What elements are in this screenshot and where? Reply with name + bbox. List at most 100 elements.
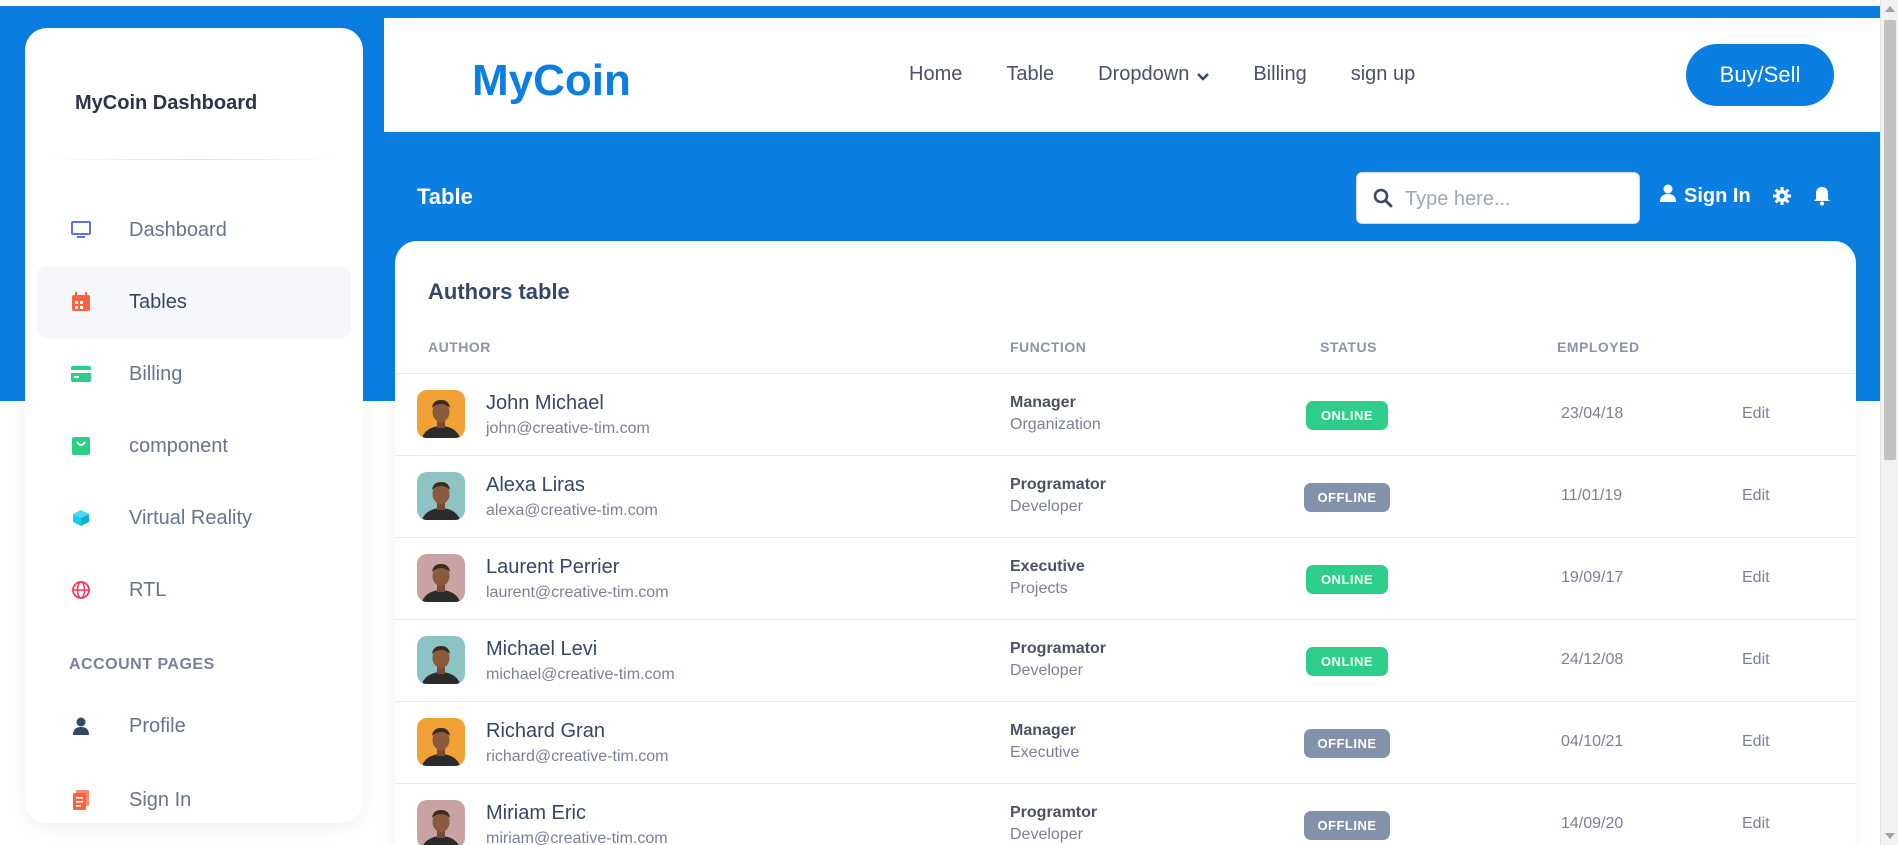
- nav-link-dropdown[interactable]: Dropdown: [1098, 62, 1210, 87]
- employed-date: 14/09/20: [1561, 815, 1624, 832]
- nav-link-label: Dropdown: [1098, 63, 1190, 85]
- credit-card-icon: [70, 363, 92, 385]
- function-subtitle: Developer: [1010, 498, 1083, 515]
- function-subtitle: Projects: [1010, 580, 1068, 597]
- edit-link[interactable]: Edit: [1742, 405, 1770, 423]
- user-icon: [70, 715, 92, 737]
- edit-link[interactable]: Edit: [1742, 733, 1770, 751]
- table-row: John Michael john@creative-tim.com Manager…: [395, 374, 1856, 456]
- author-email: miriam@creative-tim.com: [486, 830, 668, 845]
- author-name: Alexa Liras: [486, 474, 585, 496]
- edit-link[interactable]: Edit: [1742, 487, 1770, 505]
- author-name: Laurent Perrier: [486, 556, 620, 578]
- bell-icon[interactable]: [1813, 186, 1831, 206]
- card-title: Authors table: [428, 279, 570, 304]
- nav-link-table[interactable]: Table: [1006, 62, 1054, 87]
- employed-date: 23/04/18: [1561, 405, 1624, 422]
- edit-link[interactable]: Edit: [1742, 651, 1770, 669]
- globe-icon: [70, 579, 92, 601]
- nav-link-label: sign up: [1350, 63, 1416, 85]
- sign-in-link[interactable]: Sign In: [1660, 184, 1751, 208]
- sidebar-item-sign-in[interactable]: Sign In: [37, 764, 351, 836]
- buy-sell-button[interactable]: Buy/Sell: [1686, 44, 1834, 106]
- employed-date: 11/01/19: [1561, 487, 1623, 504]
- table-row: Miriam Eric miriam@creative-tim.com Progra…: [395, 784, 1856, 845]
- sidebar-brand[interactable]: MyCoin Dashboard: [75, 92, 257, 115]
- function-title: Programator: [1010, 640, 1107, 657]
- sidebar-item-billing[interactable]: Billing: [37, 338, 351, 410]
- nav-link-home[interactable]: Home: [909, 62, 962, 87]
- status-badge: OFFLINE: [1304, 811, 1390, 840]
- edit-link[interactable]: Edit: [1742, 815, 1770, 833]
- status-badge: ONLINE: [1306, 401, 1388, 430]
- column-header-status: STATUS: [1320, 339, 1377, 355]
- basket-icon: [70, 435, 92, 457]
- avatar: [417, 472, 465, 520]
- avatar: [417, 718, 465, 766]
- function-title: Manager: [1010, 394, 1076, 411]
- function-subtitle: Developer: [1010, 662, 1083, 679]
- sidebar-item-label: Sign In: [129, 788, 192, 811]
- top-nav-links: Home Table Dropdown Billing sign up: [909, 62, 1459, 87]
- sidebar-item-component[interactable]: component: [37, 410, 351, 482]
- author-name: Michael Levi: [486, 638, 598, 660]
- author-email: alexa@creative-tim.com: [486, 502, 658, 519]
- scrollbar[interactable]: [1880, 0, 1898, 845]
- author-name: John Michael: [486, 392, 604, 414]
- function-title: Manager: [1010, 722, 1076, 739]
- nav-link-billing[interactable]: Billing: [1253, 62, 1306, 87]
- sidebar-item-label: Tables: [129, 290, 187, 313]
- employed-date: 24/12/08: [1561, 651, 1624, 668]
- employed-date: 04/10/21: [1561, 733, 1624, 750]
- search-field: [1356, 172, 1640, 224]
- nav-link-label: Billing: [1253, 63, 1307, 85]
- sidebar-item-label: RTL: [129, 578, 167, 601]
- scroll-down-icon[interactable]: [1885, 833, 1895, 839]
- author-name: Miriam Eric: [486, 802, 586, 824]
- function-subtitle: Executive: [1010, 744, 1080, 761]
- header-actions: Sign In: [1660, 184, 1831, 208]
- function-subtitle: Developer: [1010, 826, 1083, 843]
- calendar-icon: [70, 291, 92, 313]
- sign-in-label: Sign In: [1684, 184, 1751, 207]
- monitor-icon: [70, 219, 92, 241]
- function-title: Programtor: [1010, 804, 1098, 821]
- status-badge: ONLINE: [1306, 565, 1388, 594]
- sidebar-item-label: Profile: [129, 714, 186, 737]
- edit-link[interactable]: Edit: [1742, 569, 1770, 587]
- scrollbar-thumb[interactable]: [1884, 20, 1896, 460]
- author-email: michael@creative-tim.com: [486, 666, 675, 683]
- scroll-up-icon[interactable]: [1885, 6, 1895, 12]
- table-row: Alexa Liras alexa@creative-tim.com Program…: [395, 456, 1856, 538]
- table-row: Michael Levi michael@creative-tim.com Prog…: [395, 620, 1856, 702]
- sidebar-item-tables[interactable]: Tables: [37, 266, 351, 338]
- author-email: richard@creative-tim.com: [486, 748, 669, 765]
- sidebar-item-profile[interactable]: Profile: [37, 690, 351, 762]
- document-icon: [70, 789, 92, 811]
- column-header-author: AUTHOR: [428, 339, 491, 355]
- top-navbar: MyCoin Home Table Dropdown Billing sign …: [384, 18, 1880, 132]
- avatar: [417, 800, 465, 845]
- search-input[interactable]: [1405, 185, 1625, 213]
- status-badge: ONLINE: [1306, 647, 1388, 676]
- authors-table-card: Authors table AUTHOR FUNCTION STATUS EMP…: [395, 241, 1856, 845]
- employed-date: 19/09/17: [1561, 569, 1624, 586]
- table-row: Richard Gran richard@creative-tim.com Mana…: [395, 702, 1856, 784]
- search-icon: [1373, 188, 1393, 208]
- sidebar-item-dashboard[interactable]: Dashboard: [37, 194, 351, 266]
- sidebar-item-label: Virtual Reality: [129, 506, 253, 529]
- sidebar-item-label: component: [129, 434, 228, 457]
- logo[interactable]: MyCoin: [472, 56, 631, 106]
- nav-link-sign-up[interactable]: sign up: [1351, 62, 1416, 87]
- sidebar-item-rtl[interactable]: RTL: [37, 554, 351, 626]
- avatar: [417, 390, 465, 438]
- sidebar: MyCoin Dashboard Dashboard Tables Billin…: [25, 28, 363, 823]
- status-badge: OFFLINE: [1304, 483, 1390, 512]
- nav-link-label: Home: [909, 63, 963, 85]
- avatar: [417, 554, 465, 602]
- avatar: [417, 636, 465, 684]
- gear-icon[interactable]: [1772, 187, 1791, 205]
- sidebar-item-virtual-reality[interactable]: Virtual Reality: [37, 482, 351, 554]
- column-header-employed: EMPLOYED: [1557, 339, 1640, 355]
- sidebar-item-label: Billing: [129, 362, 183, 385]
